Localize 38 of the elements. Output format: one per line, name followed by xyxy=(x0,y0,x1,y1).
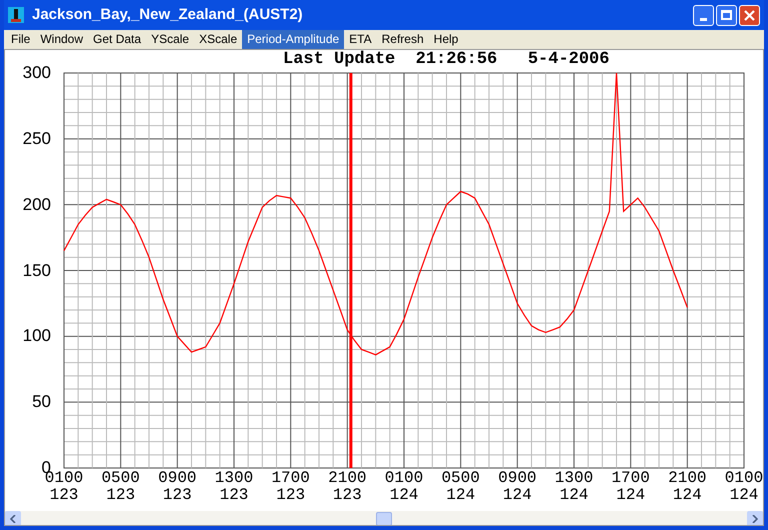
y-tick-label: 300 xyxy=(22,64,51,82)
y-tick-label: 250 xyxy=(22,130,51,148)
window-title: Jackson_Bay,_New_Zealand_(AUST2) xyxy=(32,4,304,25)
horizontal-scrollbar[interactable] xyxy=(5,511,763,525)
x-tick-label: 0900 123 xyxy=(157,470,198,504)
chart-header: Last Update 21:26:56 5-4-2006 xyxy=(283,50,610,70)
menu-item[interactable]: File xyxy=(6,30,36,49)
menu-item[interactable]: Window xyxy=(35,30,88,49)
x-tick-label: 2100 124 xyxy=(667,470,708,504)
menu-item[interactable]: Refresh xyxy=(376,30,429,49)
menu-item[interactable]: ETA xyxy=(344,30,377,49)
x-tick-label: 1700 124 xyxy=(610,470,651,504)
minimize-button[interactable] xyxy=(693,4,714,26)
menu-item[interactable]: YScale xyxy=(146,30,194,49)
y-tick-label: 200 xyxy=(22,196,51,214)
x-tick-label: 2100 123 xyxy=(327,470,368,504)
close-button[interactable] xyxy=(739,4,760,26)
menu-item[interactable]: XScale xyxy=(194,30,242,49)
x-tick-label: 0100 124 xyxy=(384,470,424,504)
y-tick-label: 150 xyxy=(22,262,51,280)
x-tick-label: 0500 124 xyxy=(440,470,481,504)
scroll-thumb[interactable] xyxy=(376,512,392,525)
x-tick-label: 1300 124 xyxy=(554,470,594,504)
app-icon xyxy=(8,7,24,23)
scroll-left-button[interactable] xyxy=(5,511,21,525)
maximize-button[interactable] xyxy=(716,4,737,26)
x-tick-label: 0900 124 xyxy=(497,470,538,504)
menu-item[interactable]: Period-Amplitude xyxy=(242,30,344,49)
y-tick-label: 50 xyxy=(31,393,51,412)
x-tick-label: 1300 123 xyxy=(214,470,254,504)
y-tick-label: 100 xyxy=(22,327,51,346)
scroll-right-button[interactable] xyxy=(747,511,763,525)
menu-item[interactable]: Get Data xyxy=(88,30,146,49)
menu-item[interactable]: Help xyxy=(428,30,464,49)
x-tick-label: 0100 124 xyxy=(724,470,763,504)
close-icon xyxy=(744,10,755,20)
x-tick-label: 1700 123 xyxy=(270,470,311,504)
x-tick-label: 0500 123 xyxy=(100,470,141,504)
